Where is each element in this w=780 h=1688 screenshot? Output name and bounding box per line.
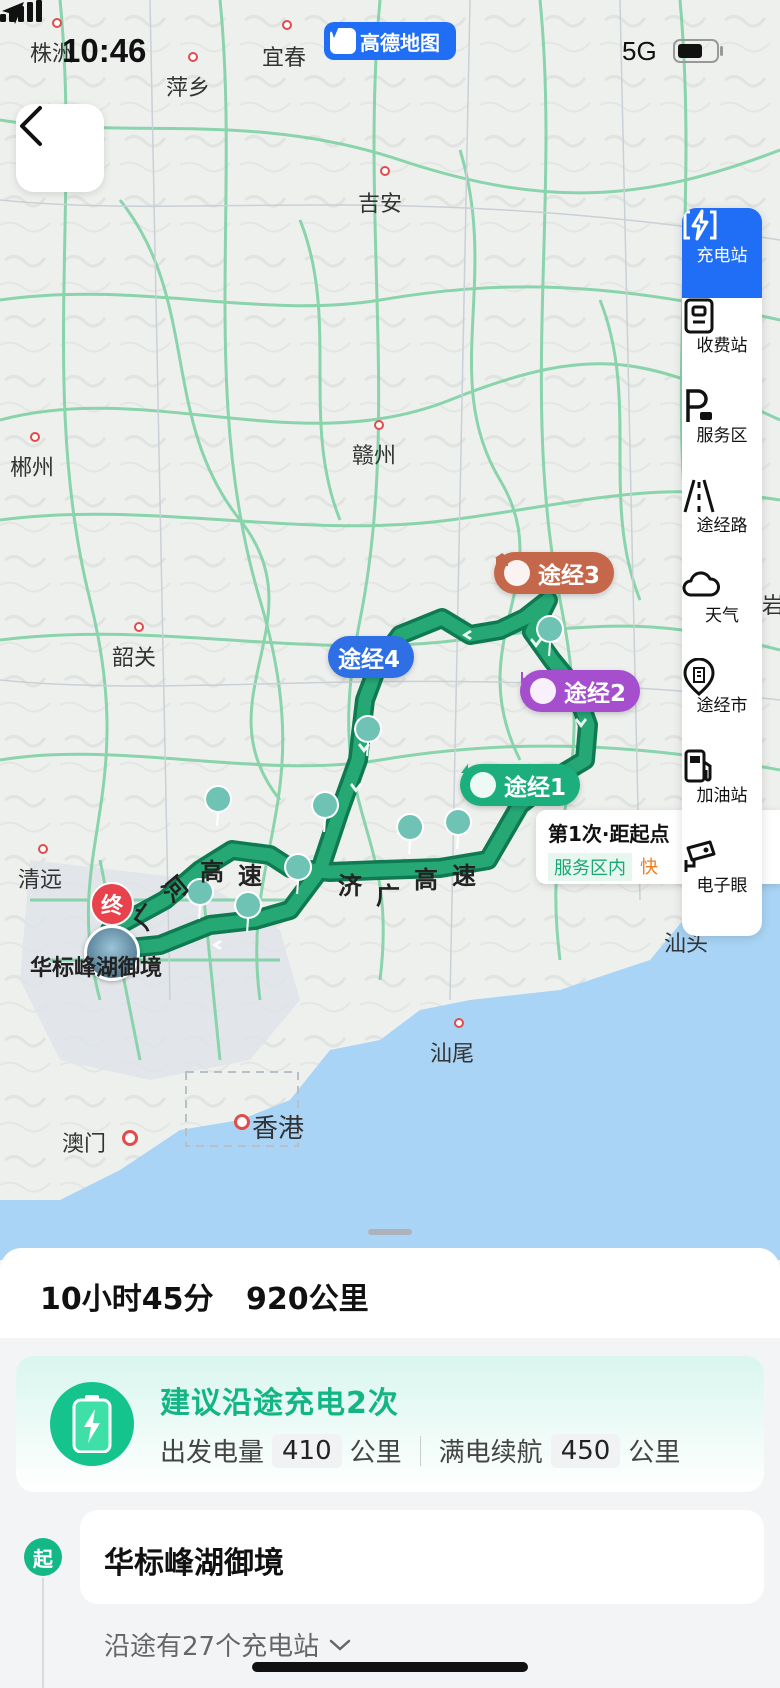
city-label: 岩 <box>762 594 780 619</box>
tool-label: 途经路 <box>696 515 748 536</box>
city-label: 郴州 <box>10 456 55 481</box>
fast-charge-tag: 快 <box>640 857 658 878</box>
amap-logo-icon <box>326 24 356 54</box>
full-range-label: 满电续航 <box>438 1438 543 1468</box>
charge-details: 出发电量 410 公里 满电续航 450 公里 <box>160 1432 680 1469</box>
battery-charging-icon <box>50 1382 134 1466</box>
road-label: 广 <box>376 882 400 910</box>
camera-icon <box>684 840 716 872</box>
tool-label: 收费站 <box>696 335 748 356</box>
city-label: 汕尾 <box>430 1042 475 1067</box>
city-marker <box>380 166 390 176</box>
waypoint-4-marker[interactable]: 途经4 <box>328 636 415 678</box>
depart-battery-value[interactable]: 410 <box>272 1433 342 1468</box>
road-label: 高 <box>200 858 224 886</box>
charging-icon <box>683 209 717 241</box>
waypoint-label: 途经2 <box>564 681 627 707</box>
charging-icon <box>461 764 496 798</box>
status-bar: 10:46 高德地图 5G <box>0 0 780 100</box>
stations-count-text: 沿途有27个充电站 <box>104 1632 320 1662</box>
start-location-name: 华标峰湖御境 <box>104 1546 284 1581</box>
back-button[interactable] <box>16 104 104 192</box>
city-label: 赣州 <box>352 444 397 469</box>
tool-label: 天气 <box>705 605 739 626</box>
city-label: 清远 <box>18 868 63 893</box>
weather-icon <box>682 571 720 597</box>
unit-label: 公里 <box>628 1438 681 1468</box>
destination-label: 华标峰湖御境 <box>30 956 163 981</box>
route-map[interactable]: 株洲 萍乡 宜春 吉安 郴州 赣州 韶关 清远 汕尾 香港 澳门 汕头 岩 广 … <box>0 0 780 1260</box>
road-label: 速 <box>452 862 476 890</box>
map-layer-toolbar: 充电站 收费站 服务区 途经路 天气 途经市 加油站 电子眼 <box>682 208 762 936</box>
start-badge: 起 <box>24 1538 62 1576</box>
road-label: 速 <box>238 862 262 890</box>
route-distance: 920公里 <box>245 1282 369 1317</box>
tool-label: 加油站 <box>696 785 748 806</box>
brand-name: 高德地图 <box>360 30 440 55</box>
city-label: 香港 <box>252 1114 305 1144</box>
city-marker <box>30 432 40 442</box>
city-marker <box>234 1114 250 1130</box>
start-location-card[interactable]: 华标峰湖御境 <box>80 1510 764 1604</box>
unit-label: 公里 <box>349 1438 402 1468</box>
gas-station-icon <box>684 749 712 783</box>
service-area-tag: 服务区内 <box>548 853 632 881</box>
waypoint-3-marker[interactable]: 途经3 <box>494 552 615 594</box>
cellular-signal-icon <box>0 0 42 22</box>
timeline-line <box>42 1578 44 1688</box>
waypoint-label: 途经3 <box>538 563 601 589</box>
sheet-drag-handle[interactable] <box>368 1229 412 1235</box>
full-range-value[interactable]: 450 <box>550 1433 621 1468</box>
tool-weather[interactable]: 天气 <box>682 568 762 658</box>
route-duration: 10小时45分 <box>40 1282 214 1317</box>
tool-speed-camera[interactable]: 电子眼 <box>682 838 762 928</box>
tool-charging-station[interactable]: 充电站 <box>682 208 762 298</box>
city-icon <box>683 658 715 696</box>
chevron-down-icon <box>329 1639 351 1651</box>
tool-label: 服务区 <box>696 425 748 446</box>
charge-suggestion-title: 建议沿途充电2次 <box>160 1386 399 1421</box>
service-area-icon <box>686 389 712 422</box>
app-brand-badge[interactable]: 高德地图 <box>324 22 456 60</box>
end-marker[interactable]: 终 <box>90 882 134 926</box>
city-marker <box>454 1018 464 1028</box>
tool-route-cities[interactable]: 途经市 <box>682 658 762 748</box>
chevron-left-icon <box>20 106 42 146</box>
road-icon <box>683 479 715 513</box>
city-marker <box>374 420 384 430</box>
route-detail-sheet: 10小时45分 920公里 建议沿途充电2次 出发电量 410 公里 满电续航 … <box>0 1248 780 1688</box>
waypoint-label: 途经4 <box>338 647 401 673</box>
city-label: 澳门 <box>62 1132 107 1157</box>
waypoint-2-marker[interactable]: 途经2 <box>520 670 641 712</box>
tool-toll-station[interactable]: 收费站 <box>682 298 762 388</box>
charge-suggestion-card[interactable]: 建议沿途充电2次 出发电量 410 公里 满电续航 450 公里 <box>16 1356 764 1492</box>
toll-gate-icon <box>495 553 530 586</box>
hotel-icon <box>521 672 556 704</box>
road-label: 高 <box>414 866 438 894</box>
road-label: 济 <box>338 872 362 900</box>
tool-label: 电子眼 <box>696 875 748 896</box>
city-marker <box>134 622 144 632</box>
tool-gas-station[interactable]: 加油站 <box>682 748 762 838</box>
network-type: 5G <box>622 36 657 66</box>
battery-icon <box>673 39 719 63</box>
city-label: 韶关 <box>112 646 157 671</box>
status-time: 10:46 <box>62 32 147 69</box>
tool-label: 充电站 <box>696 245 748 266</box>
charging-stations-toggle[interactable]: 沿途有27个充电站 <box>104 1626 351 1663</box>
home-indicator[interactable] <box>252 1662 528 1672</box>
toll-icon <box>684 298 714 334</box>
route-summary: 10小时45分 920公里 <box>0 1248 780 1338</box>
city-marker <box>38 844 48 854</box>
city-marker <box>122 1130 138 1146</box>
tool-route-roads[interactable]: 途经路 <box>682 478 762 568</box>
depart-battery-label: 出发电量 <box>160 1438 265 1468</box>
divider <box>419 1435 421 1466</box>
tool-service-area[interactable]: 服务区 <box>682 388 762 478</box>
waypoint-label: 途经1 <box>504 775 567 801</box>
city-label: 吉安 <box>358 192 403 217</box>
waypoint-1-marker[interactable]: 途经1 <box>460 764 581 806</box>
